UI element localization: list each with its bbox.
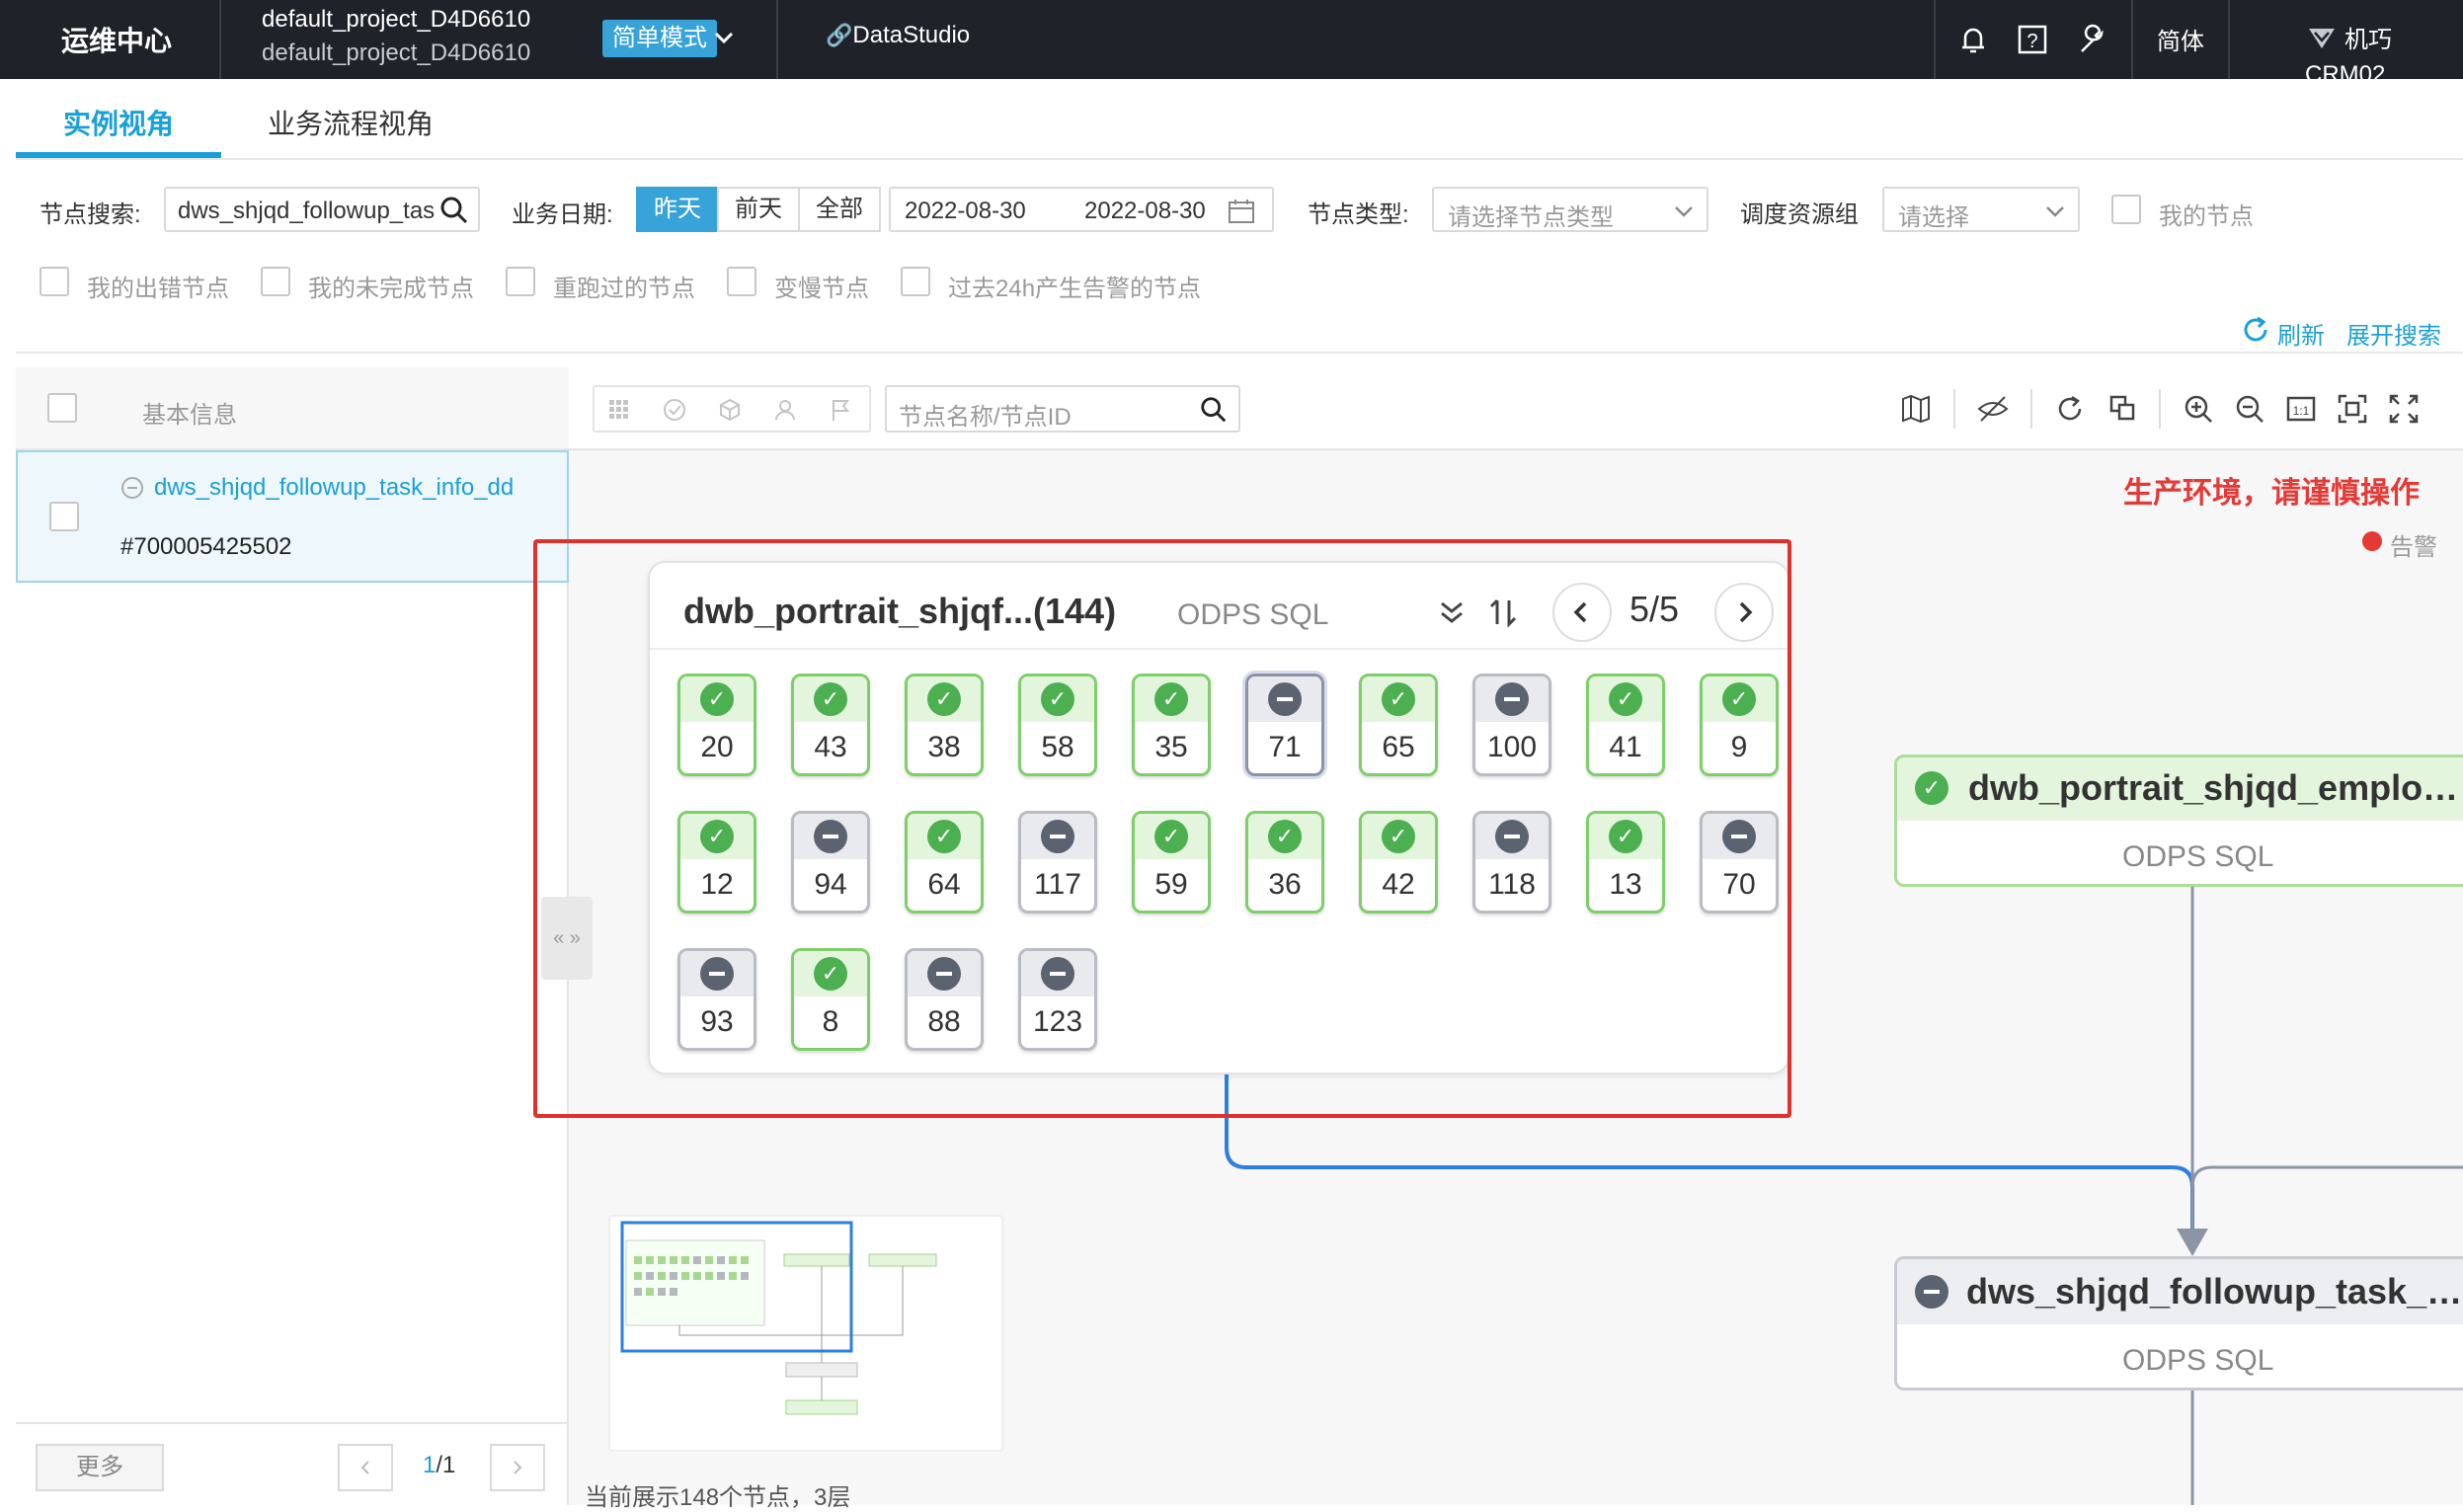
collapse-icon[interactable]: [120, 476, 144, 505]
divider: [16, 1422, 569, 1424]
alert-24h-nodes-checkbox[interactable]: [901, 267, 930, 296]
node-search-field[interactable]: dws_shjqd_followup_task: [164, 187, 480, 232]
chevron-down-icon: [2042, 197, 2068, 231]
datastudio-link[interactable]: 🔗DataStudio: [826, 22, 970, 49]
my-error-nodes-label: 我的出错节点: [87, 276, 229, 302]
divider: [776, 0, 778, 79]
refresh-link[interactable]: 刷新: [2277, 316, 2325, 351]
my-unfinished-nodes-checkbox[interactable]: [261, 267, 290, 296]
list-item-name[interactable]: dws_shjqd_followup_task_info_dd: [154, 474, 514, 502]
date-before-yesterday-button[interactable]: 前天: [717, 187, 800, 232]
tab-instance-view[interactable]: 实例视角: [63, 103, 174, 142]
my-nodes-checkbox[interactable]: [2111, 195, 2141, 224]
alert-24h-nodes-label: 过去24h产生告警的节点: [948, 276, 1202, 302]
more-button[interactable]: 更多: [36, 1444, 164, 1491]
date-yesterday-button[interactable]: 昨天: [636, 187, 719, 232]
next-page-button[interactable]: [490, 1444, 545, 1491]
my-error-nodes-checkbox[interactable]: [40, 267, 69, 296]
pager-current: 1: [423, 1452, 437, 1478]
highlight-box: [533, 539, 1791, 1118]
success-status-icon: ✓: [1915, 771, 1948, 805]
divider: [1934, 0, 1936, 79]
resource-group-label: 调度资源组: [1740, 201, 1859, 228]
dag-node-emp[interactable]: ✓ dwb_portrait_shjqd_emplo… ODPS SQL: [1894, 755, 2463, 887]
svg-text:?: ?: [2026, 31, 2037, 52]
divider: [2131, 0, 2133, 79]
list-item[interactable]: dws_shjqd_followup_task_info_dd #7000054…: [16, 450, 569, 583]
prev-page-button[interactable]: [338, 1444, 393, 1491]
slow-nodes-label: 变慢节点: [774, 276, 869, 302]
select-all-checkbox[interactable]: [47, 393, 77, 423]
help-icon[interactable]: ?: [2013, 20, 2052, 59]
my-nodes-label: 我的节点: [2159, 203, 2254, 230]
dag-canvas[interactable]: 节点名称/节点ID 1:1 生产环境，请谨慎操作 告警 « » dwb_port…: [533, 367, 2463, 1511]
list-item-checkbox[interactable]: [49, 502, 79, 531]
chevron-down-icon: [1671, 197, 1697, 231]
search-icon[interactable]: [438, 195, 470, 231]
list-item-id: #700005425502: [120, 533, 292, 560]
expand-search-link[interactable]: 展开搜索: [2346, 316, 2441, 351]
date-end[interactable]: 2022-08-30: [1084, 198, 1206, 225]
node-type-select[interactable]: 请选择节点类型: [1432, 187, 1708, 232]
pager: 1/1: [423, 1452, 455, 1479]
list-header-label: 基本信息: [142, 402, 237, 429]
bell-icon[interactable]: [1953, 20, 1993, 59]
project-id: default_project_D4D6610: [262, 40, 531, 66]
divider: [2228, 0, 2230, 79]
node-search-value: dws_shjqd_followup_task: [178, 198, 435, 224]
active-tab-indicator: [16, 152, 221, 158]
link-icon: 🔗: [826, 23, 853, 47]
my-unfinished-nodes-label: 我的未完成节点: [308, 276, 474, 302]
biz-date-label: 业务日期:: [512, 201, 613, 228]
date-start[interactable]: 2022-08-30: [905, 198, 1026, 225]
minimap[interactable]: [608, 1215, 1003, 1452]
dag-node-followup[interactable]: dws_shjqd_followup_task_… ODPS SQL: [1894, 1256, 2463, 1391]
calendar-icon[interactable]: [1227, 197, 1256, 231]
date-range-picker[interactable]: 2022-08-30 2022-08-30: [889, 187, 1274, 232]
tools-icon[interactable]: [2072, 20, 2111, 59]
tab-business-flow-view[interactable]: 业务流程视角: [268, 103, 434, 142]
slow-nodes-checkbox[interactable]: [727, 267, 756, 296]
node-type: ODPS SQL: [2122, 840, 2274, 873]
node-type-label: 节点类型:: [1308, 201, 1409, 228]
skipped-status-icon: [1915, 1275, 1948, 1309]
node-search-label: 节点搜索:: [40, 201, 141, 228]
view-tabs: 实例视角 业务流程视角: [16, 79, 2463, 160]
rerun-nodes-label: 重跑过的节点: [553, 276, 695, 302]
node-title[interactable]: dws_shjqd_followup_task_…: [1966, 1271, 2462, 1313]
app-title[interactable]: 运维中心: [61, 20, 172, 59]
list-header: 基本信息: [16, 367, 569, 450]
datastudio-label: DataStudio: [852, 22, 971, 48]
divider: [219, 0, 221, 79]
resource-group-select[interactable]: 请选择: [1882, 187, 2080, 232]
project-name[interactable]: default_project_D4D6610: [262, 6, 530, 34]
resource-group-placeholder: 请选择: [1898, 204, 1969, 231]
pager-total: /1: [436, 1452, 456, 1478]
rerun-nodes-checkbox[interactable]: [506, 267, 535, 296]
canvas-status-text: 当前展示148个节点，3层: [585, 1484, 851, 1511]
language-switch[interactable]: 简体: [2157, 22, 2204, 56]
date-all-button[interactable]: 全部: [798, 187, 881, 232]
chevron-down-icon[interactable]: [711, 20, 737, 62]
top-navigation-bar: 运维中心 default_project_D4D6610 default_pro…: [0, 0, 2463, 88]
refresh-icon[interactable]: [2240, 314, 2271, 351]
mode-badge[interactable]: 简单模式: [602, 20, 717, 57]
user-badge-icon: [2305, 21, 2339, 61]
node-title[interactable]: dwb_portrait_shjqd_emplo…: [1968, 767, 2458, 809]
node-type: ODPS SQL: [2122, 1344, 2274, 1377]
node-type-placeholder: 请选择节点类型: [1448, 204, 1614, 231]
divider: [16, 352, 2463, 354]
instance-list-panel: 基本信息 dws_shjqd_followup_task_info_dd #70…: [16, 367, 569, 1505]
